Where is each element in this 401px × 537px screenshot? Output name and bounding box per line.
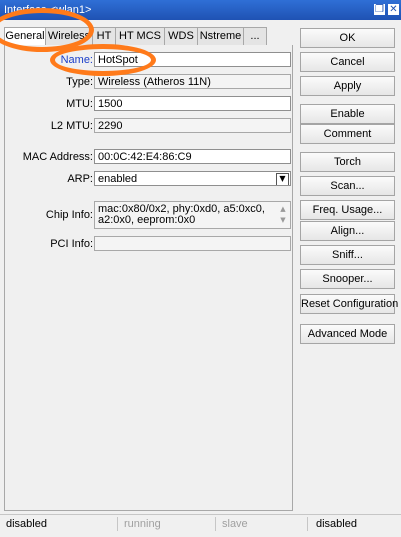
mac-address-field[interactable]: 00:0C:42:E4:86:C9 bbox=[94, 149, 291, 164]
type-field: Wireless (Atheros 11N) bbox=[94, 74, 291, 89]
freq-usage-button[interactable]: Freq. Usage... bbox=[300, 200, 395, 220]
comment-button[interactable]: Comment bbox=[300, 124, 395, 144]
snooper-button[interactable]: Snooper... bbox=[300, 269, 395, 289]
l2mtu-label: L2 MTU: bbox=[50, 120, 93, 132]
cancel-button[interactable]: Cancel bbox=[300, 52, 395, 72]
general-panel: Name: HotSpot Type: Wireless (Atheros 11… bbox=[4, 45, 293, 511]
align-button[interactable]: Align... bbox=[300, 221, 395, 241]
reset-configuration-button[interactable]: Reset Configuration bbox=[300, 294, 398, 314]
name-field[interactable]: HotSpot bbox=[94, 52, 291, 67]
status-slave: slave bbox=[218, 517, 308, 531]
sniff-button[interactable]: Sniff... bbox=[300, 245, 395, 265]
restore-icon[interactable]: ❐ bbox=[374, 4, 385, 15]
window-title: Interface <wlan1> bbox=[4, 4, 92, 16]
dropdown-arrow-icon[interactable]: ▼ bbox=[276, 173, 289, 185]
name-label: Name: bbox=[60, 54, 93, 66]
status-enabled-state: disabled bbox=[316, 518, 357, 530]
scroll-arrows-icon[interactable]: ▲ ▼ bbox=[279, 204, 287, 226]
mac-address-label: MAC Address: bbox=[22, 151, 93, 163]
apply-button[interactable]: Apply bbox=[300, 76, 395, 96]
tab-ht[interactable]: HT bbox=[92, 27, 116, 45]
l2mtu-field: 2290 bbox=[94, 118, 291, 133]
tab-nstreme[interactable]: Nstreme bbox=[197, 27, 244, 45]
chip-info-value: mac:0x80/0x2, phy:0xd0, a5:0xc0, a2:0x0,… bbox=[98, 203, 265, 226]
tab-more[interactable]: ... bbox=[243, 27, 267, 45]
status-running: running bbox=[120, 517, 216, 531]
mtu-label: MTU: bbox=[66, 98, 93, 110]
scan-button[interactable]: Scan... bbox=[300, 176, 395, 196]
arp-label: ARP: bbox=[67, 173, 93, 185]
status-disabled: disabled bbox=[2, 517, 118, 531]
chip-info-label: Chip Info: bbox=[45, 209, 93, 221]
tab-general[interactable]: General bbox=[4, 27, 46, 46]
title-bar[interactable]: Interface <wlan1> ❐ ✕ bbox=[0, 0, 401, 20]
type-label: Type: bbox=[66, 76, 93, 88]
interface-window: Interface <wlan1> ❐ ✕ General Wireless H… bbox=[0, 0, 401, 537]
pci-info-field bbox=[94, 236, 291, 251]
tab-wds[interactable]: WDS bbox=[164, 27, 198, 45]
chip-info-field: mac:0x80/0x2, phy:0xd0, a5:0xc0, a2:0x0,… bbox=[94, 201, 291, 229]
close-icon[interactable]: ✕ bbox=[388, 4, 399, 15]
enable-button[interactable]: Enable bbox=[300, 104, 395, 124]
arp-value: enabled bbox=[98, 173, 138, 185]
arp-select[interactable]: enabled ▼ bbox=[94, 171, 291, 186]
ok-button[interactable]: OK bbox=[300, 28, 395, 48]
pci-info-label: PCI Info: bbox=[50, 238, 93, 250]
tab-ht-mcs[interactable]: HT MCS bbox=[115, 27, 165, 45]
advanced-mode-button[interactable]: Advanced Mode bbox=[300, 324, 395, 344]
torch-button[interactable]: Torch bbox=[300, 152, 395, 172]
mtu-field[interactable]: 1500 bbox=[94, 96, 291, 111]
tab-wireless[interactable]: Wireless bbox=[45, 27, 93, 45]
status-bar: disabled running slave disabled bbox=[0, 514, 401, 533]
